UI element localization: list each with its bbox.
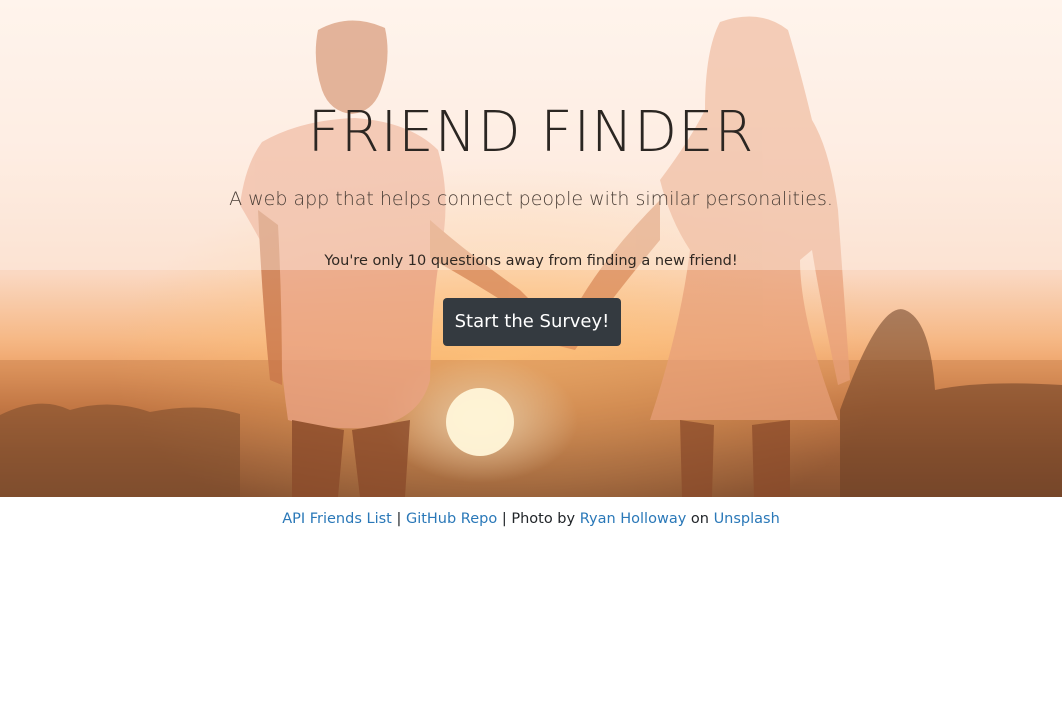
footer-credits: API Friends List | GitHub Repo | Photo b…: [0, 508, 1062, 530]
api-friends-list-link[interactable]: API Friends List: [282, 511, 392, 527]
photographer-link[interactable]: Ryan Holloway: [580, 511, 687, 527]
hero-background-image: [0, 0, 1062, 497]
start-survey-button[interactable]: Start the Survey!: [443, 298, 621, 346]
page-title: FRIEND FINDER: [307, 100, 755, 165]
on-text: on: [686, 511, 714, 527]
github-repo-link[interactable]: GitHub Repo: [406, 511, 497, 527]
hero-subtitle: A web app that helps connect people with…: [229, 188, 833, 210]
footer-separator: |: [391, 511, 406, 527]
photo-credit-text: | Photo by: [497, 511, 580, 527]
unsplash-link[interactable]: Unsplash: [714, 511, 780, 527]
hero-tagline: You're only 10 questions away from findi…: [324, 253, 738, 269]
hero-section: FRIEND FINDER A web app that helps conne…: [0, 0, 1062, 497]
